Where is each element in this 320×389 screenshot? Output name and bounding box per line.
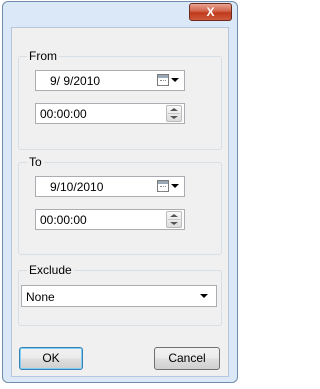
spin-up-icon[interactable] [170, 108, 178, 111]
from-date-picker[interactable]: 9/ 9/2010 [35, 70, 185, 91]
close-button[interactable]: X [189, 3, 232, 21]
spinner-divider [168, 113, 180, 114]
chevron-down-icon[interactable] [200, 294, 208, 298]
from-time-value: 00:00:00 [40, 107, 87, 121]
ok-button[interactable]: OK [19, 347, 83, 370]
chevron-down-icon [171, 184, 179, 188]
title-bar[interactable]: X [3, 2, 237, 28]
to-time-field[interactable]: 00:00:00 [35, 209, 185, 230]
to-time-spinner[interactable] [166, 211, 182, 228]
to-date-value: 9/10/2010 [50, 180, 104, 194]
from-time-spinner[interactable] [166, 105, 182, 122]
spin-up-icon[interactable] [170, 214, 178, 217]
from-calendar-button[interactable] [157, 74, 181, 88]
to-calendar-button[interactable] [157, 180, 181, 194]
exclude-selected-value: None [26, 290, 55, 304]
cancel-button[interactable]: Cancel [154, 347, 220, 370]
spin-down-icon[interactable] [170, 222, 178, 225]
spinner-divider [168, 219, 180, 220]
to-date-picker[interactable]: 9/10/2010 [35, 176, 185, 197]
from-group-label: From [27, 49, 59, 63]
from-time-field[interactable]: 00:00:00 [35, 103, 185, 124]
exclude-group-label: Exclude [27, 263, 74, 277]
dialog-window: X From 9/ 9/2010 00:00:00 To 9/10/2010 0… [2, 1, 238, 383]
exclude-group: Exclude None [18, 263, 222, 326]
to-group-label: To [27, 155, 44, 169]
calendar-icon [157, 74, 169, 86]
chevron-down-icon [171, 78, 179, 82]
to-group: To 9/10/2010 00:00:00 [18, 155, 222, 255]
spin-down-icon[interactable] [170, 116, 178, 119]
dialog-content: From 9/ 9/2010 00:00:00 To 9/10/2010 00:… [11, 27, 229, 377]
exclude-dropdown[interactable]: None [21, 285, 217, 307]
calendar-icon [157, 180, 169, 192]
from-group: From 9/ 9/2010 00:00:00 [18, 49, 222, 150]
to-time-value: 00:00:00 [40, 213, 87, 227]
from-date-value: 9/ 9/2010 [50, 74, 101, 88]
close-icon: X [206, 5, 215, 19]
